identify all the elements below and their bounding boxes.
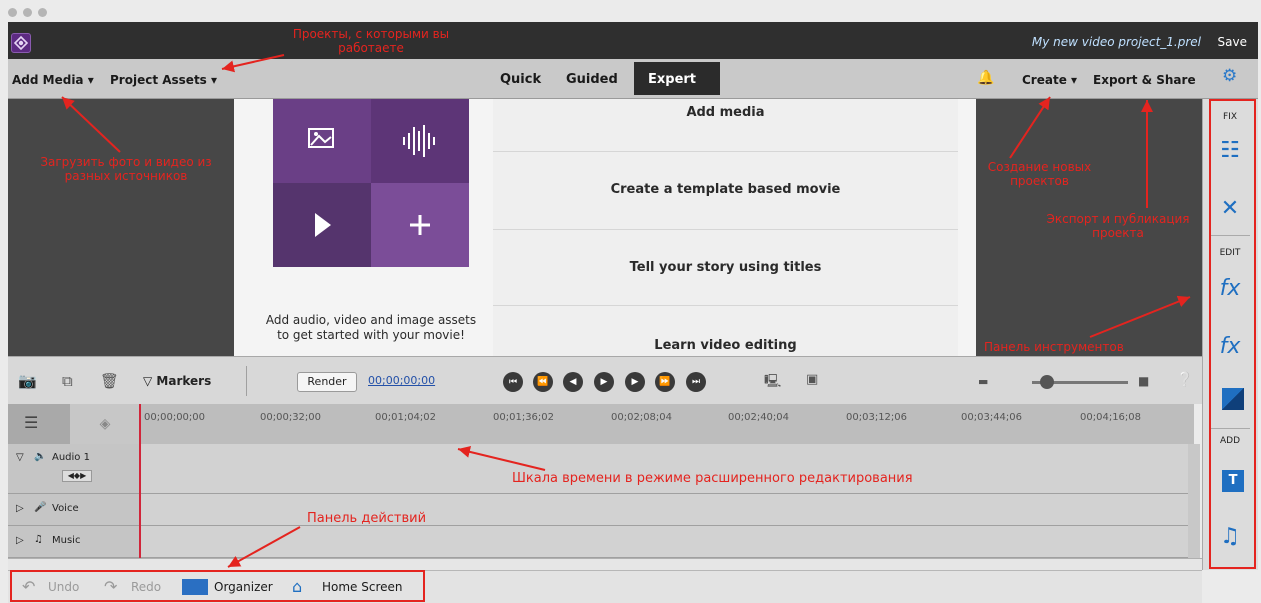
annotation-arrows (61, 54, 1191, 568)
premiere-elements-window: My new video project_1.prel Save Add Med… (0, 0, 1261, 603)
